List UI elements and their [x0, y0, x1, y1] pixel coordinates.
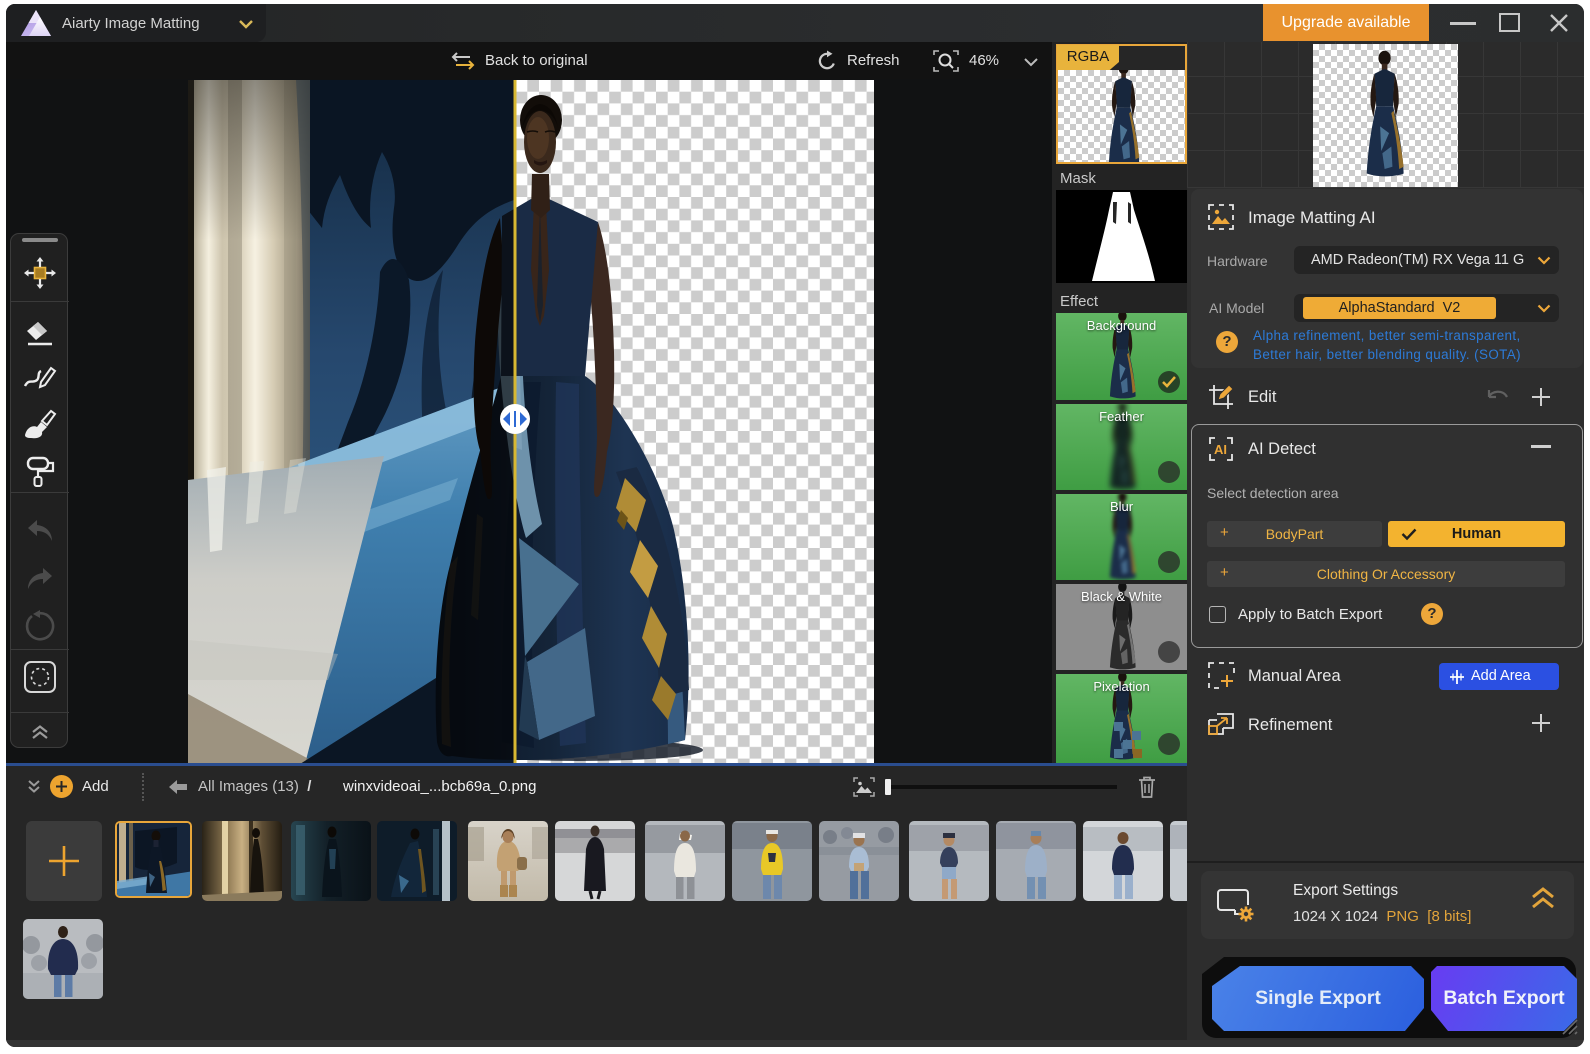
svg-text:AI: AI	[1214, 442, 1227, 457]
